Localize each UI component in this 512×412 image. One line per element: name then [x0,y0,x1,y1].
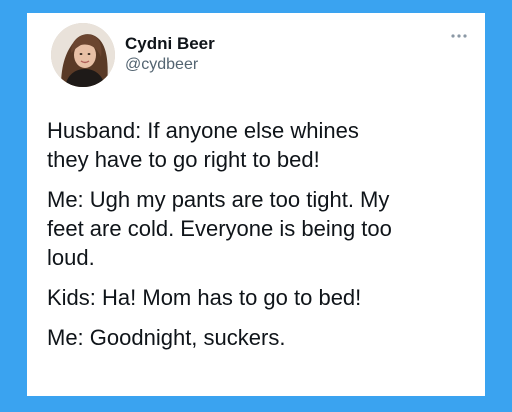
display-name[interactable]: Cydni Beer [125,34,215,54]
tweet-card: Cydni Beer @cydbeer Husband: If anyone e… [27,13,485,396]
tweet-paragraph-4: Me: Goodnight, suckers. [47,323,472,352]
handle[interactable]: @cydbeer [125,56,198,74]
tweet-line: Kids: Ha! Mom has to go to bed! [47,285,362,310]
avatar-photo-icon [51,23,115,87]
tweet-line: Me: Ugh my pants are too tight. My [47,187,390,212]
tweet-paragraph-2: Me: Ugh my pants are too tight. My feet … [47,185,472,272]
tweet-line: Husband: If anyone else whines [47,118,359,143]
tweet-paragraph-1: Husband: If anyone else whines they have… [47,116,472,174]
avatar[interactable] [51,23,115,87]
tweet-text: Husband: If anyone else whines they have… [47,116,472,363]
tweet-line: Me: Goodnight, suckers. [47,325,286,350]
more-options-icon[interactable] [447,28,471,44]
tweet-line: loud. [47,245,95,270]
tweet-line: feet are cold. Everyone is being too [47,216,392,241]
tweet-paragraph-3: Kids: Ha! Mom has to go to bed! [47,283,472,312]
tweet-line: they have to go right to bed! [47,147,320,172]
